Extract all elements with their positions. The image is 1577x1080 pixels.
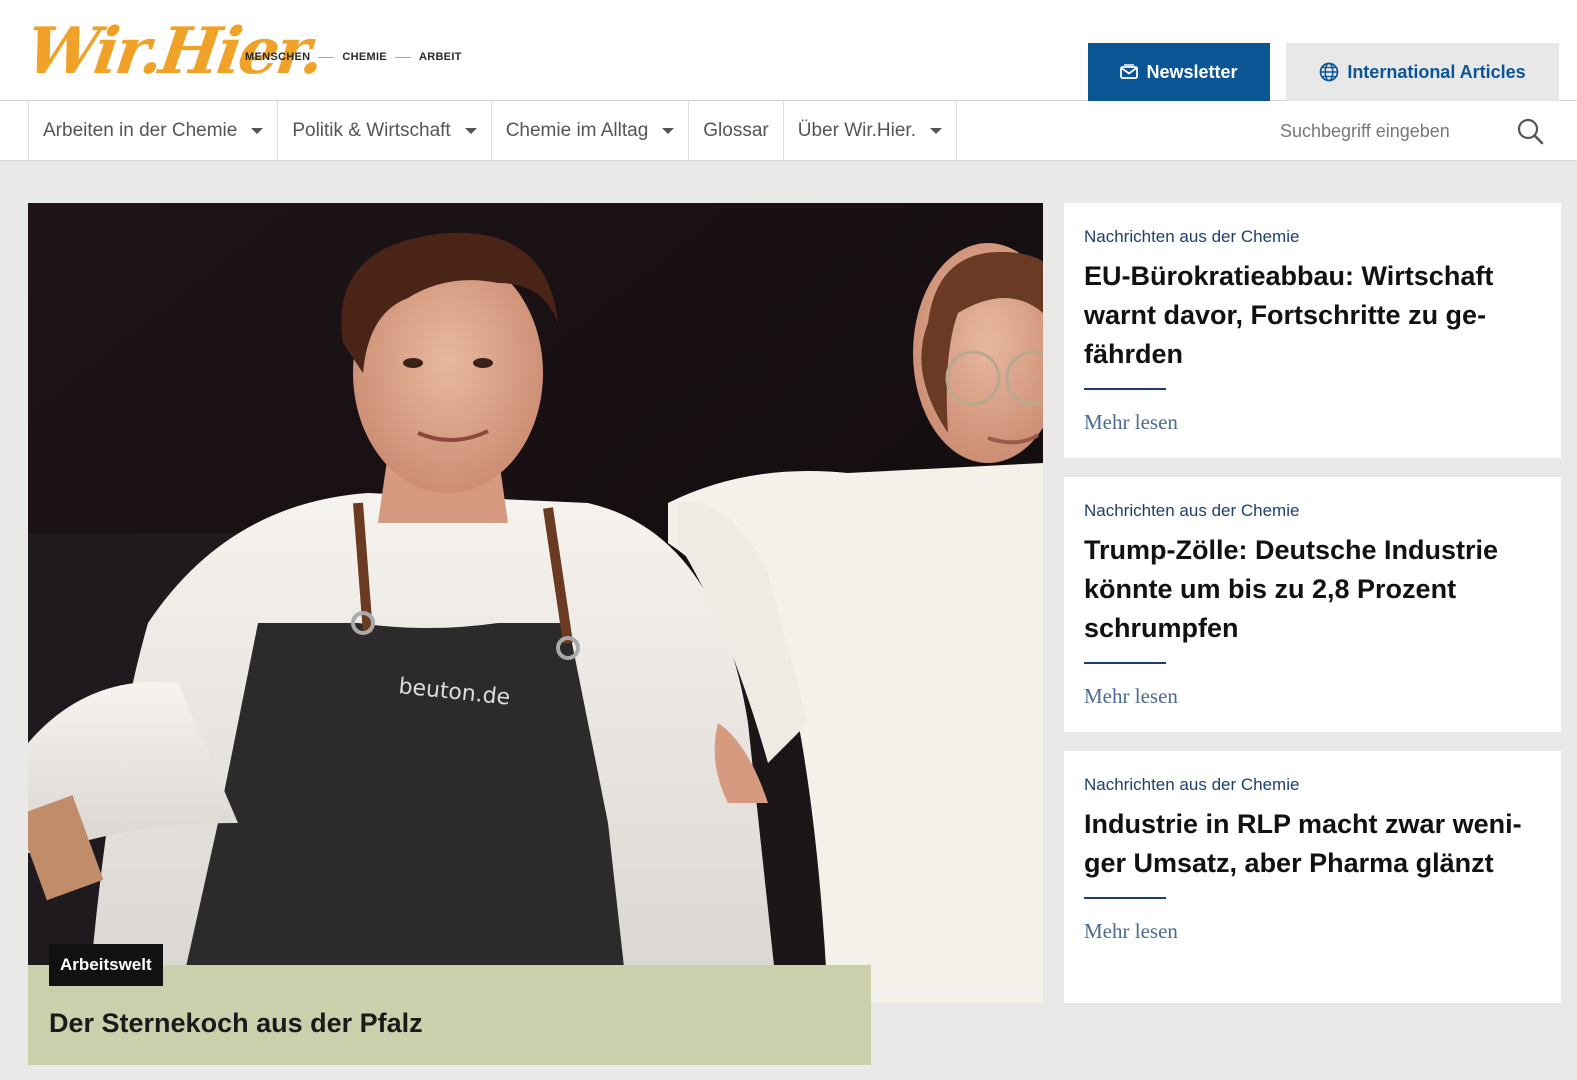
hero-title[interactable]: Der Sternekoch aus der Pfalz: [49, 1008, 423, 1039]
article-title[interactable]: Industrie in RLP macht zwar weni-ger Ums…: [1084, 805, 1541, 883]
nav-item-arbeiten[interactable]: Arbeiten in der Chemie: [28, 101, 277, 160]
globe-icon: [1319, 62, 1339, 82]
nav-item-glossar[interactable]: Glossar: [688, 101, 782, 160]
nav-item-alltag[interactable]: Chemie im Alltag: [490, 101, 689, 160]
nav-item-label: Chemie im Alltag: [505, 119, 649, 141]
nav-item-label: Arbeiten in der Chemie: [43, 119, 238, 141]
caret-down-icon: [662, 127, 675, 134]
nav-item-politik[interactable]: Politik & Wirtschaft: [277, 101, 490, 160]
nav-item-label: Glossar: [703, 119, 769, 141]
read-more-link[interactable]: Mehr lesen: [1084, 684, 1541, 709]
caret-down-icon: [464, 127, 477, 134]
divider: [1084, 662, 1166, 664]
main-nav: Arbeiten in der Chemie Politik & Wirtsch…: [0, 101, 1577, 161]
tagline-dash: [318, 56, 335, 58]
hero-photo: beuton.de: [28, 203, 1043, 1003]
nav-item-ueber[interactable]: Über Wir.Hier.: [782, 101, 957, 160]
article-category[interactable]: Nachrichten aus der Chemie: [1084, 227, 1541, 247]
hero-image[interactable]: beuton.de: [28, 203, 1043, 1003]
nav-item-label: Politik & Wirtschaft: [292, 119, 451, 141]
newsletter-label: Newsletter: [1146, 61, 1238, 82]
mail-icon: [1120, 64, 1139, 79]
divider: [1084, 897, 1166, 899]
international-articles-button[interactable]: International Articles: [1286, 43, 1559, 101]
category-badge[interactable]: Arbeitswelt: [49, 944, 163, 986]
article-category[interactable]: Nachrichten aus der Chemie: [1084, 775, 1541, 795]
nav-item-label: Über Wir.Hier.: [797, 119, 916, 141]
tagline-word: MENSCHEN: [245, 51, 311, 63]
site-header: Wir.Hier. MENSCHEN CHEMIE ARBEIT Newslet…: [0, 0, 1577, 101]
article-title[interactable]: EU-Bürokratieabbau: Wirtschaft warnt dav…: [1084, 257, 1541, 374]
tagline-word: ARBEIT: [418, 51, 462, 63]
nav-items: Arbeiten in der Chemie Politik & Wirtsch…: [28, 101, 957, 160]
search-icon[interactable]: [1516, 117, 1546, 147]
divider: [1084, 388, 1166, 390]
tagline-word: CHEMIE: [342, 51, 387, 63]
read-more-link[interactable]: Mehr lesen: [1084, 919, 1541, 944]
international-label: International Articles: [1347, 61, 1526, 82]
article-card[interactable]: Nachrichten aus der Chemie EU-Bürokratie…: [1064, 203, 1561, 458]
tagline: MENSCHEN CHEMIE ARBEIT: [245, 51, 462, 63]
search-input[interactable]: [1280, 115, 1500, 147]
article-title[interactable]: Trump-Zölle: Deutsche Industrie könnte u…: [1084, 531, 1541, 648]
tagline-dash: [394, 56, 411, 58]
newsletter-button[interactable]: Newsletter: [1088, 43, 1270, 101]
article-card[interactable]: Nachrichten aus der Chemie Trump-Zölle: …: [1064, 477, 1561, 732]
article-category[interactable]: Nachrichten aus der Chemie: [1084, 501, 1541, 521]
read-more-link[interactable]: Mehr lesen: [1084, 410, 1541, 435]
caret-down-icon: [929, 127, 942, 134]
article-card[interactable]: Nachrichten aus der Chemie Industrie in …: [1064, 751, 1561, 1003]
site-logo[interactable]: Wir.Hier.: [22, 12, 326, 89]
caret-down-icon: [251, 127, 264, 134]
